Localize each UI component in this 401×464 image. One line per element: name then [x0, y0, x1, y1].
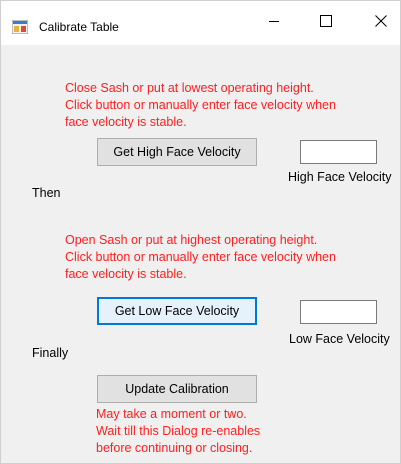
get-high-face-velocity-button[interactable]: Get High Face Velocity	[97, 138, 257, 166]
instruction-line: May take a moment or two.	[96, 407, 247, 421]
update-calibration-notes: May take a moment or two. Wait till this…	[96, 406, 260, 457]
finally-label: Finally	[32, 346, 69, 360]
instruction-line: Click button or manually enter face velo…	[65, 98, 336, 112]
close-button[interactable]	[358, 1, 401, 45]
maximize-button[interactable]	[303, 1, 349, 45]
calibrate-table-window: Calibrate Table Close Sash or put at low…	[0, 0, 401, 464]
minimize-icon	[268, 14, 280, 32]
instruction-line: Close Sash or put at lowest operating he…	[65, 81, 314, 95]
low-face-velocity-input[interactable]	[300, 300, 377, 324]
update-calibration-button[interactable]: Update Calibration	[97, 375, 257, 403]
high-velocity-instructions: Close Sash or put at lowest operating he…	[65, 80, 336, 131]
instruction-line: face velocity is stable.	[65, 267, 187, 281]
instruction-line: Wait till this Dialog re-enables	[96, 424, 261, 438]
high-face-velocity-label: High Face Velocity	[288, 170, 392, 184]
app-icon	[11, 19, 29, 35]
minimize-button[interactable]	[251, 1, 297, 45]
window-title: Calibrate Table	[39, 20, 119, 34]
high-face-velocity-input[interactable]	[300, 140, 377, 164]
instruction-line: Click button or manually enter face velo…	[65, 250, 336, 264]
title-bar: Calibrate Table	[1, 1, 400, 45]
instruction-line: before continuing or closing.	[96, 441, 253, 455]
low-face-velocity-label: Low Face Velocity	[289, 332, 390, 346]
instruction-line: Open Sash or put at highest operating he…	[65, 233, 318, 247]
maximize-icon	[320, 14, 332, 32]
close-icon	[375, 14, 387, 32]
instruction-line: face velocity is stable.	[65, 115, 187, 129]
then-label: Then	[32, 186, 61, 200]
low-velocity-instructions: Open Sash or put at highest operating he…	[65, 232, 336, 283]
get-low-face-velocity-button[interactable]: Get Low Face Velocity	[97, 297, 257, 325]
